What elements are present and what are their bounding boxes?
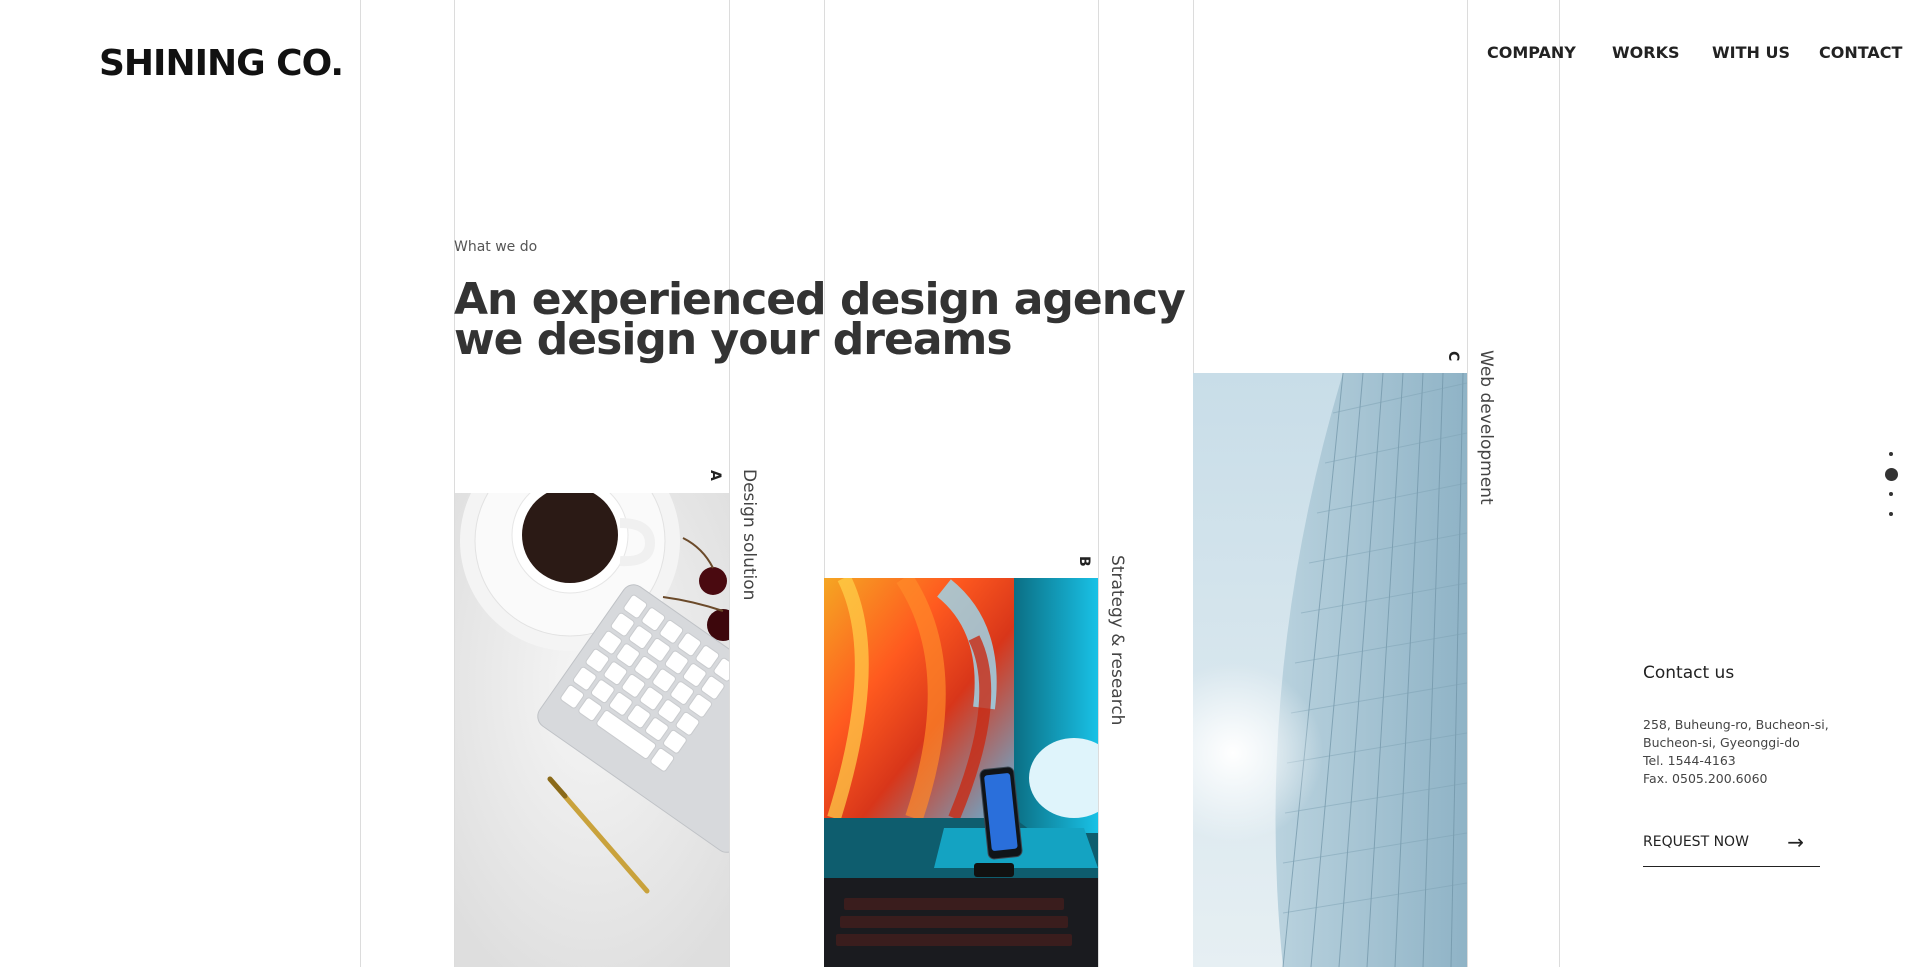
nav-item-with-us[interactable]: WITH US [1712,43,1790,62]
brand-logo[interactable]: SHINING CO. [99,43,344,84]
service-label-web-development[interactable]: Web development [1476,350,1496,505]
headline-line-2: we design your dreams [454,314,1013,365]
grid-line [729,0,730,967]
glass-building-photo [1193,373,1467,967]
grid-line [360,0,361,967]
page-title: An experienced design agency we design y… [454,278,1186,365]
service-image-strategy-research[interactable] [824,578,1098,967]
monitor-phone-photo [824,578,1098,967]
address-line-2: Bucheon-si, Gyeonggi-do [1643,735,1800,750]
service-letter-a: A [707,470,723,481]
pager-dot-2[interactable] [1885,468,1898,481]
coffee-keyboard-photo [455,493,729,967]
service-letter-b: B [1076,556,1092,567]
arrow-right-icon: → [1787,830,1804,854]
address-line-1: 258, Buheung-ro, Bucheon-si, [1643,717,1829,732]
contact-fax: Fax. 0505.200.6060 [1643,771,1768,786]
request-now-button[interactable]: REQUEST NOW → [1643,832,1820,867]
service-label-strategy-research[interactable]: Strategy & research [1107,555,1127,725]
contact-tel: Tel. 1544-4163 [1643,753,1736,768]
service-label-design-solution[interactable]: Design solution [739,469,759,600]
pager-dot-1[interactable] [1889,452,1893,456]
service-image-design-solution[interactable] [455,493,729,967]
contact-address: 258, Buheung-ro, Bucheon-si, Bucheon-si,… [1643,716,1833,788]
nav-item-contact[interactable]: CONTACT [1819,43,1902,62]
grid-line [1467,0,1468,967]
service-letter-c: C [1445,351,1461,362]
nav-item-company[interactable]: COMPANY [1487,43,1576,62]
section-eyebrow: What we do [454,239,538,255]
grid-line [1559,0,1560,967]
request-now-label: REQUEST NOW [1643,834,1749,850]
nav-item-works[interactable]: WORKS [1612,43,1680,62]
pager-dot-3[interactable] [1889,492,1893,496]
contact-title: Contact us [1643,663,1735,683]
grid-line [1098,0,1099,967]
service-image-web-development[interactable] [1193,373,1467,967]
pager-dot-4[interactable] [1889,512,1893,516]
